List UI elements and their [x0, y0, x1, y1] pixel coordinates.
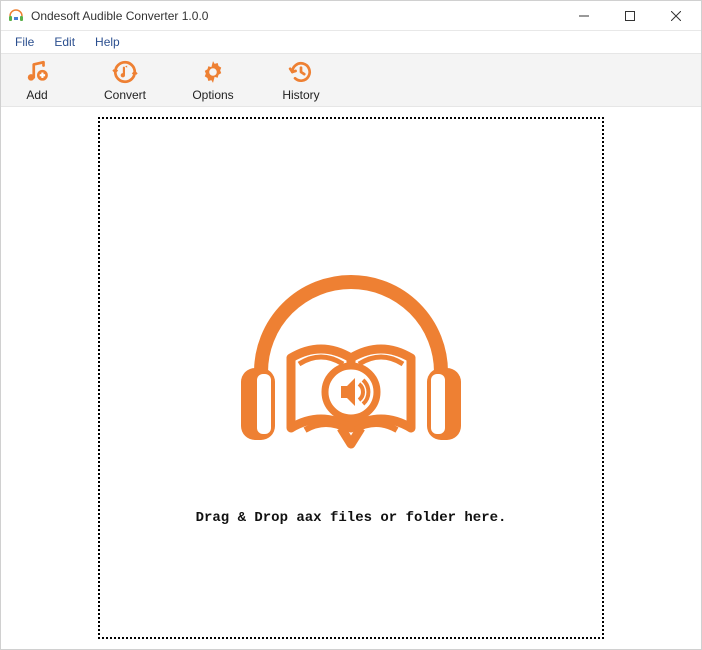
content-area: Drag & Drop aax files or folder here. [1, 107, 701, 649]
app-icon [7, 7, 25, 25]
convert-label: Convert [104, 88, 146, 102]
menu-edit[interactable]: Edit [44, 33, 85, 51]
convert-icon [111, 58, 139, 86]
drop-zone-message: Drag & Drop aax files or folder here. [196, 510, 507, 526]
maximize-button[interactable] [607, 1, 653, 31]
history-button[interactable]: History [277, 58, 325, 102]
music-plus-icon [23, 58, 51, 86]
close-button[interactable] [653, 1, 699, 31]
window-controls [561, 1, 699, 31]
history-icon [287, 58, 315, 86]
options-button[interactable]: Options [189, 58, 237, 102]
menu-file[interactable]: File [5, 33, 44, 51]
gear-icon [199, 58, 227, 86]
toolbar: Add Convert Options [1, 53, 701, 107]
drop-zone[interactable]: Drag & Drop aax files or folder here. [98, 117, 604, 639]
audiobook-headphones-icon [221, 230, 481, 490]
options-label: Options [192, 88, 233, 102]
history-label: History [282, 88, 319, 102]
minimize-button[interactable] [561, 1, 607, 31]
window-title: Ondesoft Audible Converter 1.0.0 [31, 9, 561, 23]
menubar: File Edit Help [1, 31, 701, 53]
convert-button[interactable]: Convert [101, 58, 149, 102]
add-label: Add [26, 88, 47, 102]
menu-help[interactable]: Help [85, 33, 130, 51]
add-button[interactable]: Add [13, 58, 61, 102]
titlebar: Ondesoft Audible Converter 1.0.0 [1, 1, 701, 31]
